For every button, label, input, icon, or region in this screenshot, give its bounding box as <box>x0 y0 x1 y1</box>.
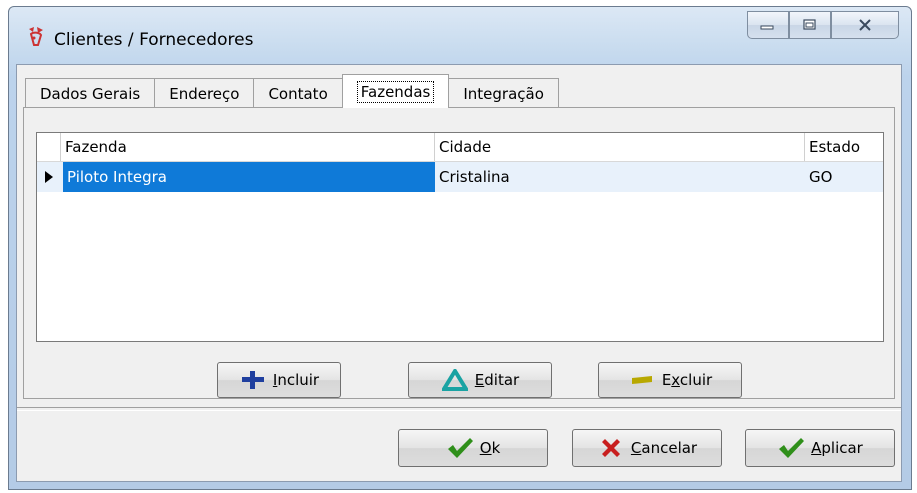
title-bar[interactable]: Clientes / Fornecedores <box>9 7 911 65</box>
tab-label: Contato <box>268 84 328 103</box>
excluir-label: Excluir <box>661 371 713 389</box>
row-indicator <box>37 162 61 192</box>
tab-strip: Dados Gerais Endereço Contato Fazendas I… <box>25 74 559 108</box>
window: Clientes / Fornecedores Dados Gerais End… <box>8 6 912 490</box>
grid-header: Fazenda Cidade Estado <box>37 133 883 162</box>
column-header-cidade[interactable]: Cidade <box>435 133 805 161</box>
app-icon <box>29 27 43 46</box>
cancelar-label: Cancelar <box>630 439 698 457</box>
close-icon <box>859 19 871 31</box>
divider <box>17 407 901 411</box>
ok-button[interactable]: Ok <box>398 429 548 467</box>
tab-panel-fazendas: Fazenda Cidade Estado Piloto Integra Cri… <box>23 107 895 399</box>
editar-label: Editar <box>474 371 520 389</box>
triangle-icon <box>441 368 469 392</box>
maximize-icon <box>803 19 816 30</box>
aplicar-button[interactable]: Aplicar <box>745 429 895 467</box>
minimize-button[interactable] <box>747 11 789 39</box>
fazendas-grid[interactable]: Fazenda Cidade Estado Piloto Integra Cri… <box>36 132 884 342</box>
maximize-button[interactable] <box>789 11 831 39</box>
incluir-label: Incluir <box>272 371 320 389</box>
cancelar-button[interactable]: Cancelar <box>572 429 722 467</box>
tab-endereco[interactable]: Endereço <box>154 78 255 108</box>
cell-fazenda[interactable]: Piloto Integra <box>63 162 435 192</box>
row-pointer-icon <box>45 171 53 183</box>
tab-label: Fazendas <box>356 80 435 103</box>
check-icon <box>446 436 474 460</box>
cell-cidade[interactable]: Cristalina <box>435 162 805 192</box>
dialog-client-area: Dados Gerais Endereço Contato Fazendas I… <box>16 64 902 482</box>
check-icon <box>777 436 805 460</box>
ok-label: Ok <box>479 439 501 457</box>
tab-integracao[interactable]: Integração <box>448 78 559 108</box>
excluir-button[interactable]: Excluir <box>598 362 742 398</box>
plus-icon <box>239 368 267 392</box>
table-row[interactable]: Piloto Integra Cristalina GO <box>37 162 883 192</box>
tab-label: Integração <box>463 84 544 103</box>
aplicar-label: Aplicar <box>811 439 863 457</box>
close-button[interactable] <box>831 11 899 39</box>
tab-fazendas[interactable]: Fazendas <box>341 74 450 108</box>
minus-icon <box>628 368 656 392</box>
tab-contato[interactable]: Contato <box>253 78 343 108</box>
window-title: Clientes / Fornecedores <box>54 30 254 50</box>
column-header-fazenda[interactable]: Fazenda <box>61 133 435 161</box>
tab-label: Dados Gerais <box>40 84 141 103</box>
header-indicator-cell <box>37 133 61 161</box>
incluir-button[interactable]: Incluir <box>217 362 341 398</box>
minimize-icon <box>760 25 774 30</box>
editar-button[interactable]: Editar <box>408 362 552 398</box>
tab-dados-gerais[interactable]: Dados Gerais <box>25 78 156 108</box>
tab-label: Endereço <box>169 84 240 103</box>
caption-buttons <box>747 11 899 41</box>
column-header-estado[interactable]: Estado <box>805 133 883 161</box>
cell-estado[interactable]: GO <box>805 162 883 192</box>
x-icon <box>597 436 625 460</box>
